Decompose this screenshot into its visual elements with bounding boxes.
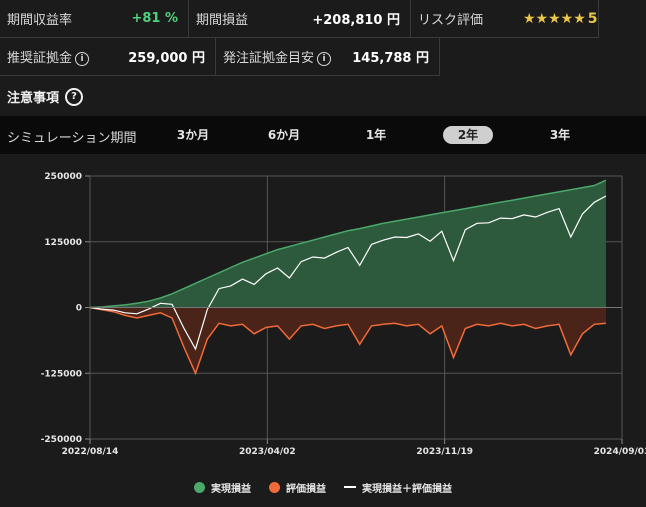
period-3y-button[interactable]: 3年 bbox=[535, 126, 585, 144]
question-icon[interactable]: ? bbox=[65, 87, 84, 106]
period-6m-button[interactable]: 6か月 bbox=[259, 126, 309, 144]
chart-legend: 実現損益 評価損益 実現損益＋評価損益 bbox=[0, 478, 646, 496]
y-tick-label: 125000 bbox=[44, 238, 82, 248]
notice-heading[interactable]: 注意事項 ? bbox=[7, 87, 84, 106]
legend-total-label: 実現損益＋評価損益 bbox=[362, 483, 452, 495]
risk-stars: ★★★★★ 5 bbox=[523, 11, 598, 27]
legend-total[interactable]: 実現損益＋評価損益 bbox=[344, 480, 452, 495]
risk-value: 5 bbox=[587, 10, 598, 27]
period-return-label: 期間収益率 bbox=[7, 13, 73, 28]
x-tick-label: 2024/09/03 bbox=[594, 447, 646, 457]
legend-realized[interactable]: 実現損益 bbox=[194, 480, 251, 495]
y-tick-label: -125000 bbox=[41, 369, 82, 379]
margin-cell: 推奨証拠金 i 259,000 円 bbox=[0, 38, 216, 76]
x-tick-label: 2023/11/19 bbox=[416, 447, 473, 457]
pl-chart: 250000 125000 0 -125000 -250000 2022/08/14 20… bbox=[0, 160, 646, 460]
simulation-period-bar: シミュレーション期間 3か月 6か月 1年 2年 3年 bbox=[0, 116, 646, 154]
risk-label: リスク評価 bbox=[418, 13, 484, 28]
y-tick-label: 0 bbox=[76, 304, 82, 314]
period-pl-label: 期間損益 bbox=[196, 13, 249, 28]
period-pl-cell: 期間損益 +208,810 円 bbox=[189, 0, 411, 38]
risk-cell: リスク評価 ★★★★★ 5 bbox=[411, 0, 599, 38]
margin-label-wrap: 推奨証拠金 i bbox=[7, 47, 90, 66]
period-return-cell: 期間収益率 +81 % bbox=[0, 0, 189, 38]
legend-realized-label: 実現損益 bbox=[211, 483, 251, 495]
period-2y-button[interactable]: 2年 bbox=[443, 126, 493, 144]
period-return-value: +81 % bbox=[131, 11, 178, 26]
legend-orange-dot bbox=[269, 481, 280, 493]
y-tick-label: 250000 bbox=[44, 172, 82, 182]
x-tick-label: 2022/08/14 bbox=[62, 447, 119, 457]
order-margin-cell: 発注証拠金目安 i 145,788 円 bbox=[216, 38, 440, 76]
period-pl-value: +208,810 円 bbox=[312, 13, 400, 28]
order-margin-value: 145,788 円 bbox=[352, 51, 429, 66]
order-margin-label-wrap: 発注証拠金目安 i bbox=[223, 47, 332, 66]
x-tick-label: 2023/04/02 bbox=[239, 447, 296, 457]
legend-unrealized-label: 評価損益 bbox=[286, 483, 326, 495]
period-3m-button[interactable]: 3か月 bbox=[168, 126, 218, 144]
order-margin-label: 発注証拠金目安 bbox=[223, 51, 315, 66]
y-tick-label: -250000 bbox=[41, 435, 82, 445]
legend-unrealized[interactable]: 評価損益 bbox=[269, 480, 326, 495]
info-icon[interactable]: i bbox=[317, 51, 332, 66]
margin-value: 259,000 円 bbox=[128, 51, 205, 66]
legend-green-dot bbox=[194, 481, 205, 493]
info-icon[interactable]: i bbox=[75, 51, 90, 66]
stats-panel: 期間収益率 +81 % 期間損益 +208,810 円 リスク評価 ★★★★★ 5… bbox=[0, 0, 646, 78]
margin-label: 推奨証拠金 bbox=[7, 51, 73, 66]
notice-label: 注意事項 bbox=[7, 91, 60, 106]
star-icon: ★★★★★ bbox=[523, 10, 586, 27]
period-1y-button[interactable]: 1年 bbox=[351, 126, 401, 144]
pl-chart-svg: 250000 125000 0 -125000 -250000 2022/08/14 20… bbox=[41, 172, 646, 457]
legend-white-line bbox=[344, 486, 356, 488]
simulation-label: シミュレーション期間 bbox=[7, 131, 137, 146]
